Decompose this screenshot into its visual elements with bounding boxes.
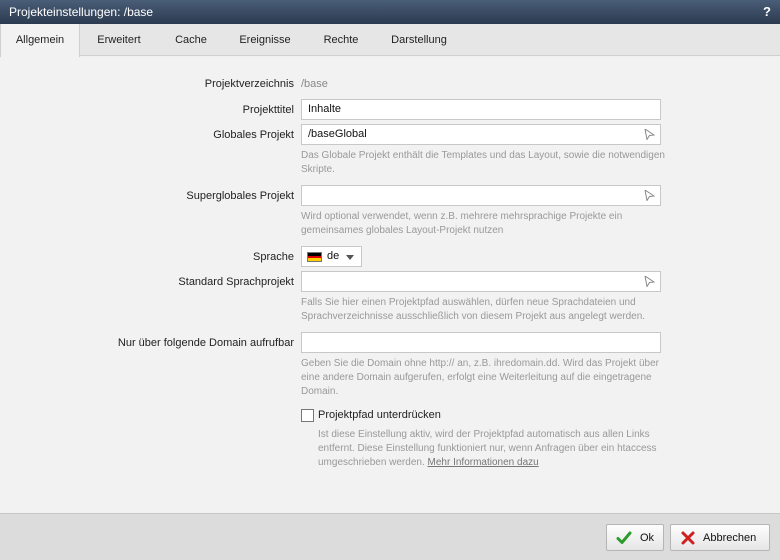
globales-projekt-input[interactable]: /baseGlobal	[301, 124, 661, 145]
chevron-down-icon	[346, 255, 354, 260]
tab-ereignisse[interactable]: Ereignisse	[224, 24, 306, 56]
domain-input[interactable]	[301, 332, 661, 353]
globales-projekt-label: Globales Projekt	[213, 129, 294, 141]
standard-sprachprojekt-label: Standard Sprachprojekt	[178, 276, 294, 288]
window-titlebar: Projekteinstellungen: /base ?	[0, 0, 780, 24]
superglobales-projekt-label: Superglobales Projekt	[186, 190, 294, 202]
tab-darstellung[interactable]: Darstellung	[376, 24, 462, 56]
tab-erweitert[interactable]: Erweitert	[80, 24, 158, 56]
ok-button-label: Ok	[640, 532, 655, 544]
settings-panel: Projektverzeichnis /base Projekttitel In…	[0, 57, 780, 513]
superglobales-projekt-input[interactable]	[301, 185, 661, 206]
dialog-footer: Ok Abbrechen	[0, 513, 780, 560]
projektverzeichnis-label: Projektverzeichnis	[204, 78, 294, 90]
projekttitel-label: Projekttitel	[242, 104, 294, 116]
superglobales-projekt-hint: Wird optional verwendet, wenn z.B. mehre…	[301, 211, 623, 236]
projektpfad-unterdruecken-checkbox[interactable]	[301, 409, 314, 422]
cancel-button[interactable]: Abbrechen	[670, 524, 770, 551]
mehr-informationen-link[interactable]: Mehr Informationen dazu	[428, 457, 539, 468]
tab-allgemein[interactable]: Allgemein	[0, 24, 80, 57]
tab-bar: Allgemein Erweitert Cache Ereignisse Rec…	[0, 24, 780, 57]
projektverzeichnis-value: /base	[301, 78, 328, 90]
sprache-label: Sprache	[253, 251, 294, 263]
help-button[interactable]: ?	[763, 4, 771, 19]
close-icon	[681, 531, 695, 545]
domain-hint: Geben Sie die Domain ohne http:// an, z.…	[301, 358, 659, 397]
german-flag-icon	[307, 252, 322, 262]
sprache-select[interactable]: de	[301, 246, 362, 267]
checkmark-icon	[616, 531, 632, 544]
tab-rechte[interactable]: Rechte	[306, 24, 376, 56]
cancel-button-label: Abbrechen	[703, 532, 757, 544]
cursor-picker-icon[interactable]	[644, 276, 655, 287]
domain-label: Nur über folgende Domain aufrufbar	[117, 337, 294, 349]
standard-sprachprojekt-hint: Falls Sie hier einen Projektpfad auswähl…	[301, 297, 646, 322]
projektpfad-unterdruecken-hint: Ist diese Einstellung aktiv, wird der Pr…	[318, 428, 673, 470]
cursor-picker-icon[interactable]	[644, 129, 655, 140]
ok-button[interactable]: Ok	[606, 524, 664, 551]
globales-projekt-value: /baseGlobal	[308, 128, 367, 140]
tab-cache[interactable]: Cache	[158, 24, 224, 56]
globales-projekt-hint: Das Globale Projekt enthält die Template…	[301, 150, 665, 175]
cursor-picker-icon[interactable]	[644, 190, 655, 201]
sprache-value: de	[327, 250, 340, 262]
projektpfad-unterdruecken-label[interactable]: Projektpfad unterdrücken	[318, 409, 441, 421]
projekttitel-input[interactable]: Inhalte	[301, 99, 661, 120]
standard-sprachprojekt-input[interactable]	[301, 271, 661, 292]
window-title: Projekteinstellungen: /base	[9, 5, 154, 19]
